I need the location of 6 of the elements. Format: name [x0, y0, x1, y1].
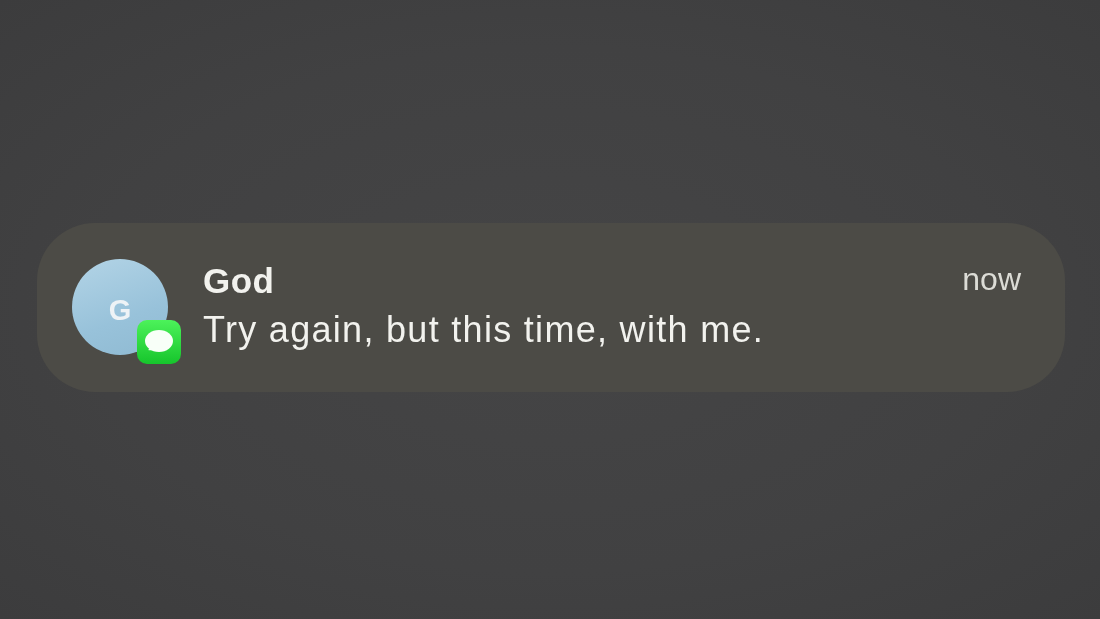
sender-name: God [203, 261, 275, 301]
message-text: Try again, but this time, with me. [203, 308, 765, 352]
message-bubble-icon [137, 320, 181, 364]
avatar-initial: G [108, 295, 132, 325]
notification-card[interactable]: G God Try again, but this time, with me. now [37, 223, 1065, 392]
timestamp: now [962, 260, 1021, 299]
